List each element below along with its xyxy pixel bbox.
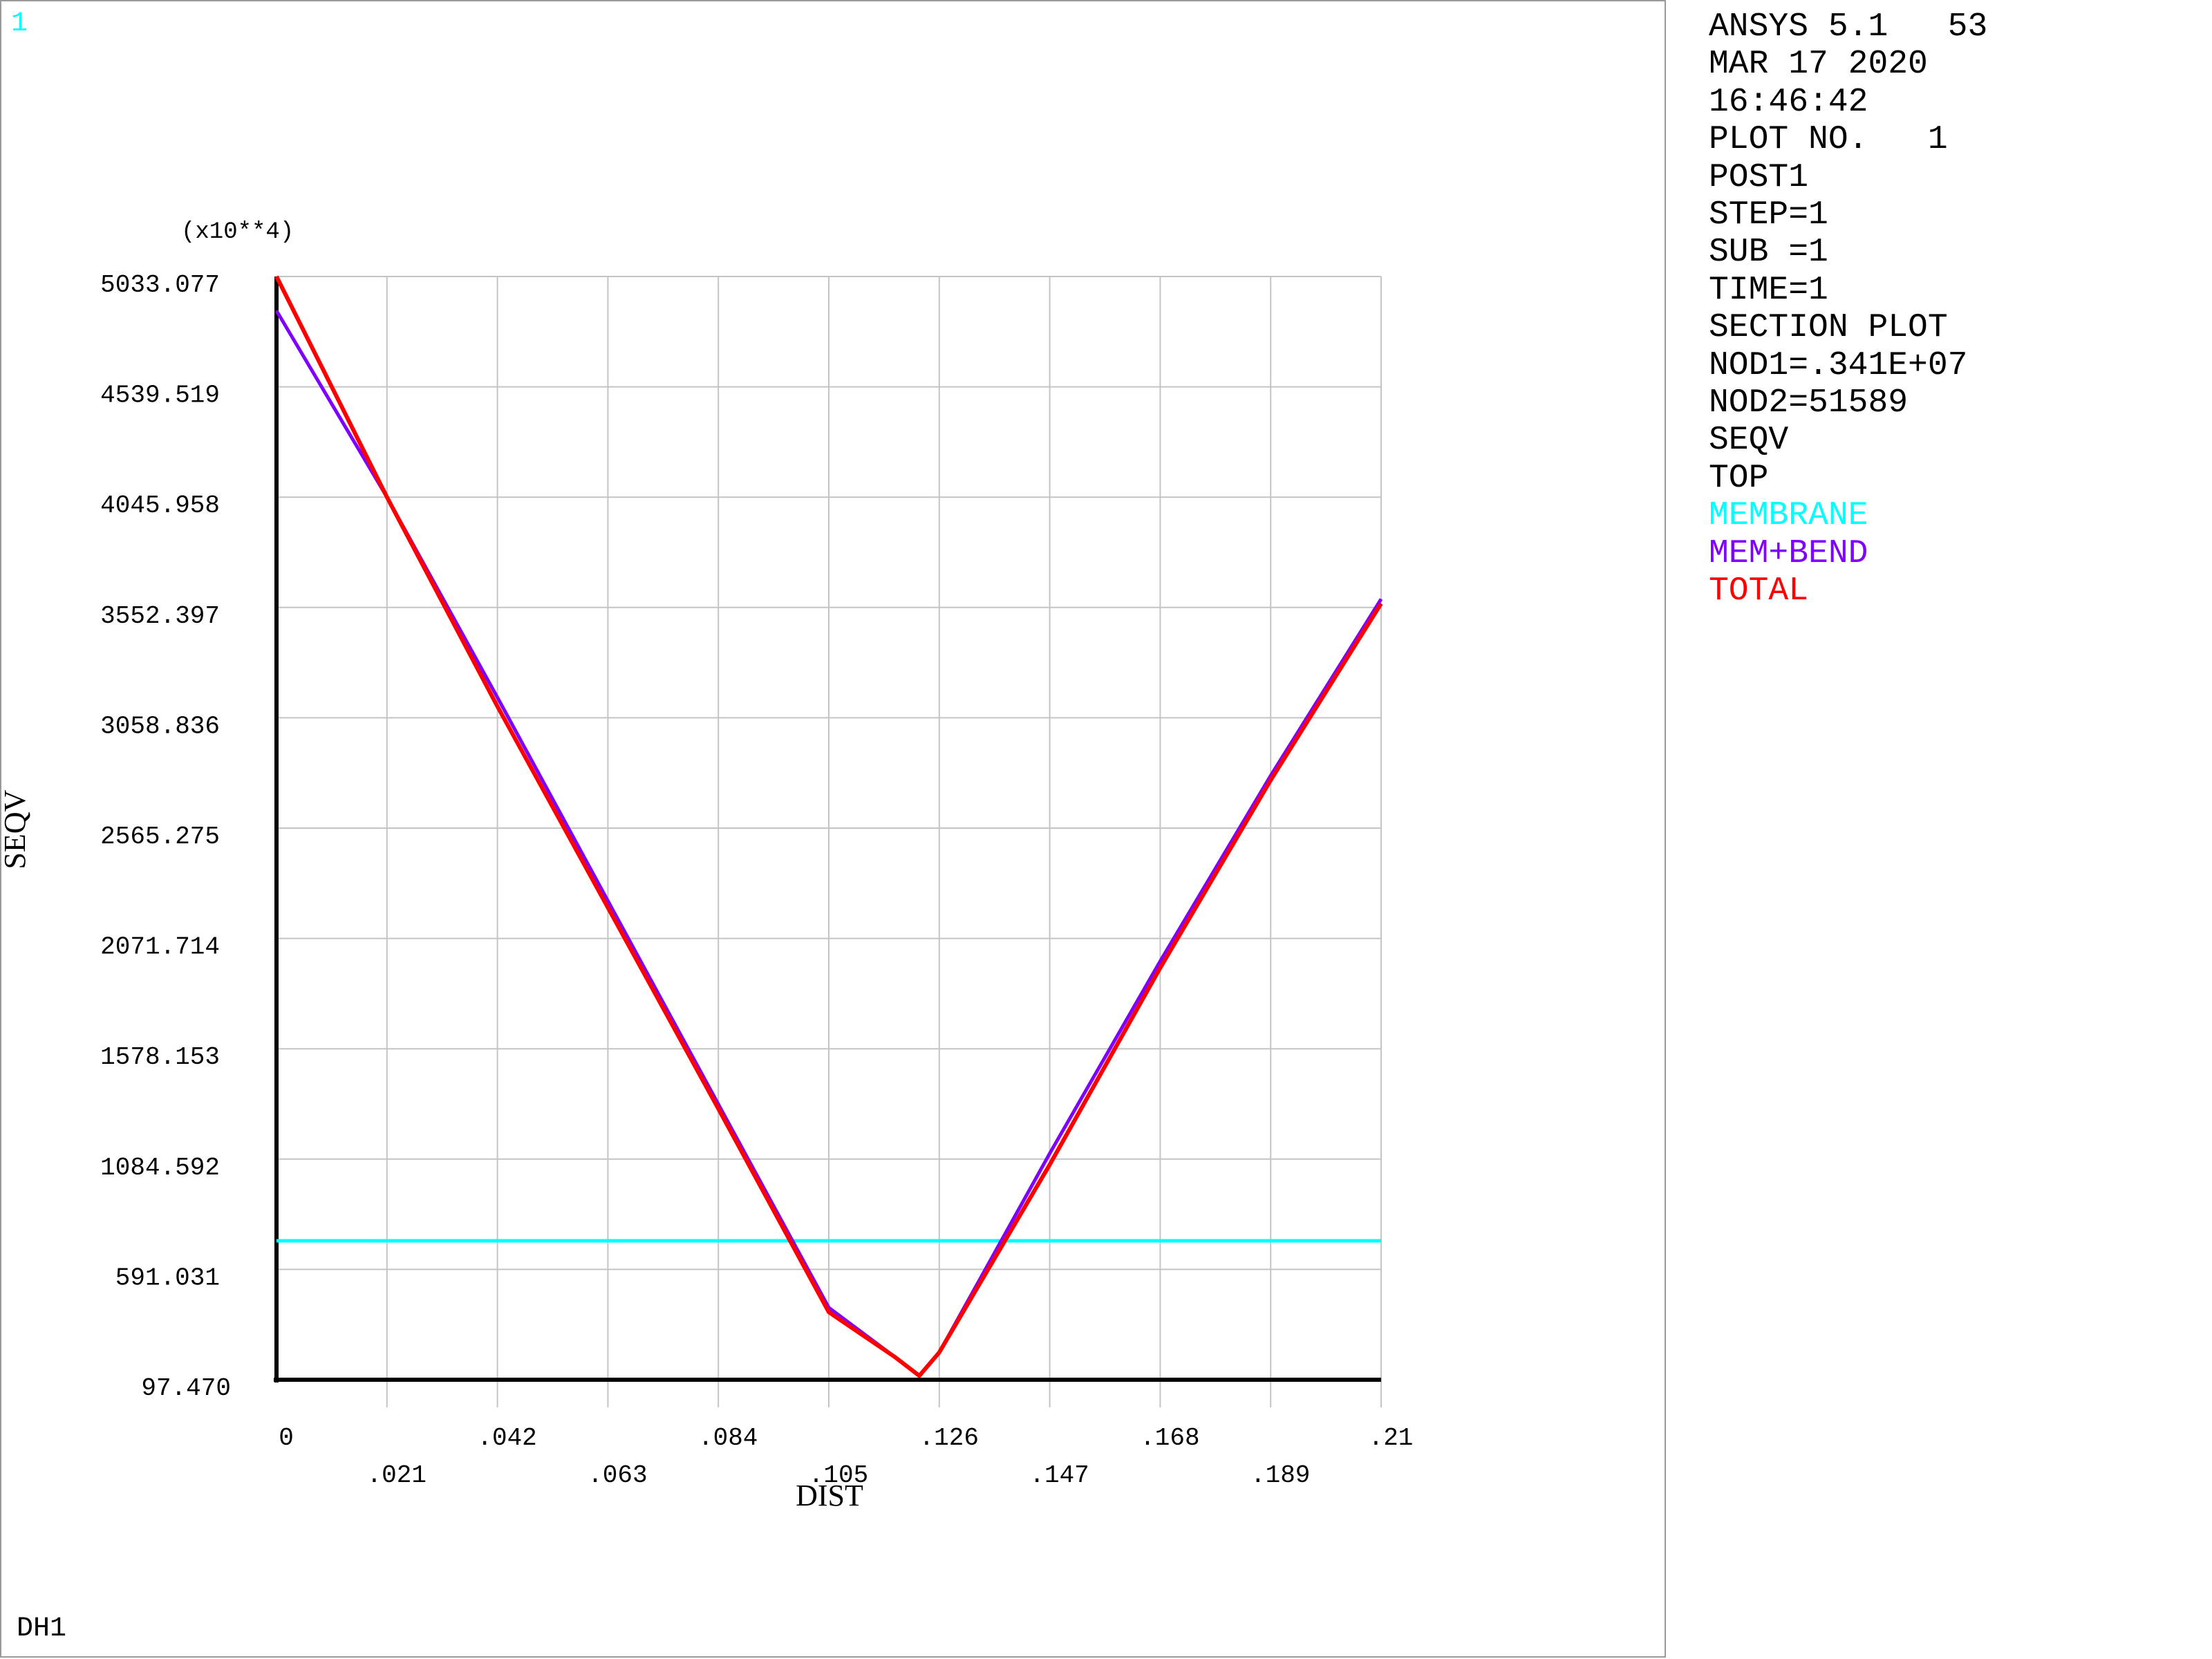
y-tick-label: 3552.397 xyxy=(100,602,220,630)
y-axis-title: SEQV xyxy=(0,789,32,869)
y-tick-label: 4539.519 xyxy=(100,382,220,410)
y-tick-label: 1578.153 xyxy=(100,1043,220,1071)
header-line: NOD2=51589 xyxy=(1709,384,1909,422)
header-line: NOD1=.341E+07 xyxy=(1709,346,1968,384)
x-tick-label: .063 xyxy=(588,1461,647,1490)
header-line: TIME=1 xyxy=(1709,271,1828,309)
x-axis-title: DIST xyxy=(796,1479,863,1512)
x-tick-label: 0 xyxy=(279,1424,294,1452)
legend-entry: MEM+BEND xyxy=(1709,534,1868,572)
y-tick-label: 3058.836 xyxy=(100,712,220,740)
y-tick-label: 2071.714 xyxy=(100,933,220,962)
y-tick-label: 2565.275 xyxy=(100,823,220,851)
header-line: SECTION PLOT xyxy=(1709,309,1948,347)
header-lines: ANSYS 5.1 53 MAR 17 2020 16:46:42 PLOT NO. … xyxy=(1709,8,1987,497)
header-line: SUB =1 xyxy=(1709,234,1828,272)
y-tick-label: 97.470 xyxy=(141,1374,231,1403)
x-tick-label: .21 xyxy=(1369,1424,1414,1452)
header-line: POST1 xyxy=(1709,158,1809,196)
x-tick-label: .189 xyxy=(1250,1461,1310,1490)
legend-entry: MEMBRANE xyxy=(1709,497,1868,535)
x-tick-label: .084 xyxy=(698,1424,758,1452)
header-line: MAR 17 2020 xyxy=(1709,46,1928,84)
y-tick-label: 1084.592 xyxy=(100,1154,220,1182)
grid-lines xyxy=(276,276,1382,1407)
header-line: 16:46:42 xyxy=(1709,83,1868,121)
x-tick-label: .168 xyxy=(1140,1424,1199,1452)
y-tick-label: 5033.077 xyxy=(100,271,220,299)
y-tick-label: 4045.958 xyxy=(100,491,220,520)
header-line: PLOT NO. 1 xyxy=(1709,121,1948,159)
info-panel: ANSYS 5.1 53 MAR 17 2020 16:46:42 PLOT NO. … xyxy=(1709,8,1987,610)
header-line: TOP xyxy=(1709,459,1769,497)
tick-labels: 0.021.042.063.084.105.126.147.168.189.21… xyxy=(100,271,1413,1490)
header-line: STEP=1 xyxy=(1709,196,1828,234)
header-line: SEQV xyxy=(1709,422,1789,460)
section-plot-chart: 0.021.042.063.084.105.126.147.168.189.21… xyxy=(0,219,1413,1512)
x-tick-label: .126 xyxy=(919,1424,979,1452)
axes xyxy=(274,276,1381,1382)
legend-entry: TOTAL xyxy=(1709,572,1809,610)
legend: MEMBRANE MEM+BEND TOTAL xyxy=(1709,497,1987,610)
y-axis-multiplier: (x10**4) xyxy=(181,219,294,245)
x-tick-label: .042 xyxy=(477,1424,536,1452)
header-line: ANSYS 5.1 53 xyxy=(1709,8,1988,46)
x-tick-label: .147 xyxy=(1029,1461,1089,1490)
y-tick-label: 591.031 xyxy=(115,1264,220,1292)
x-tick-label: .021 xyxy=(367,1461,427,1490)
